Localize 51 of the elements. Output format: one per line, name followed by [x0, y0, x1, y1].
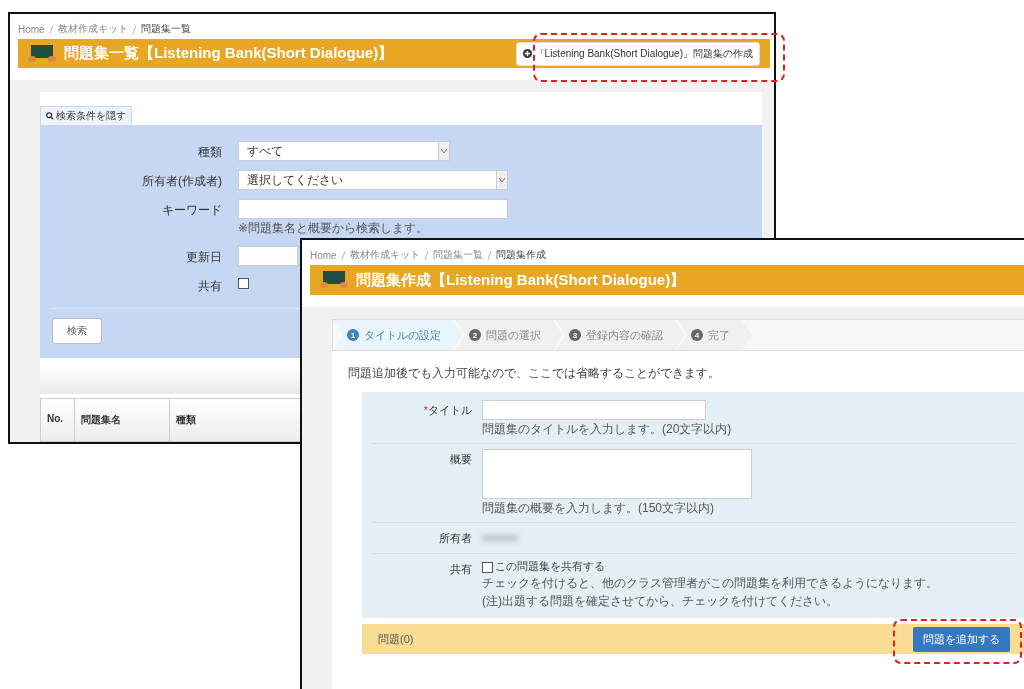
input-field[interactable]: [238, 199, 508, 219]
blackboard-icon: [320, 270, 348, 290]
field-label: 種類: [197, 144, 222, 161]
add-question-button[interactable]: 問題を追加する: [913, 626, 1010, 652]
breadcrumb-item[interactable]: Home: [18, 23, 45, 35]
field-label: 更新日: [185, 249, 222, 266]
field-label: 所有者: [438, 531, 472, 546]
step-tab[interactable]: 1 タイトルの設定: [333, 320, 463, 350]
checkbox[interactable]: [482, 562, 493, 573]
field-hint: チェックを付けると、他のクラス管理者がこの問題集を利用できるようになります。: [482, 575, 939, 592]
step-tab[interactable]: 2 問題の選択: [455, 320, 563, 350]
column-header: 問題集名: [75, 399, 170, 441]
breadcrumb-item: 問題集一覧: [140, 22, 191, 36]
field-hint: ※問題集名と概要から検索します。: [238, 220, 430, 237]
checkbox[interactable]: [238, 278, 249, 289]
field-label: *タイトル: [422, 403, 472, 418]
search-button[interactable]: 検索: [52, 318, 102, 344]
checkbox-label[interactable]: この問題集を共有する: [495, 559, 605, 574]
column-header: No.: [41, 399, 75, 441]
breadcrumb-item[interactable]: 問題集一覧: [432, 248, 483, 262]
select-field[interactable]: 選択してください: [238, 170, 508, 190]
select-field[interactable]: すべて: [238, 141, 450, 161]
search-toggle-tab[interactable]: 検索条件を隠す: [40, 106, 132, 125]
field-hint: (注)出題する問題を確定させてから、チェックを付けてください。: [482, 593, 839, 610]
field-label: 概要: [449, 452, 472, 467]
field-label: 共有: [449, 562, 472, 577]
breadcrumb-item[interactable]: 教材作成キット: [349, 248, 420, 262]
page-title: 問題集作成【Listening Bank(Short Dialogue)】: [356, 270, 686, 290]
field-label: 所有者(作成者): [141, 173, 222, 190]
caret-icon: [441, 149, 447, 153]
breadcrumb-item[interactable]: 教材作成キット: [57, 22, 128, 36]
questions-count: 問題(0): [378, 631, 414, 647]
breadcrumb-item: 問題集作成: [495, 248, 546, 262]
blurred-value: [482, 534, 518, 542]
input-field[interactable]: [238, 246, 298, 266]
plus-circle-icon: [522, 49, 532, 58]
search-icon: [46, 112, 54, 120]
field-label: キーワード: [161, 202, 222, 219]
field-label: 共有: [197, 278, 222, 295]
caret-icon: [499, 178, 505, 182]
step-tab[interactable]: 4 完了: [677, 320, 752, 350]
page-title: 問題集一覧【Listening Bank(Short Dialogue)】: [64, 44, 394, 63]
create-button[interactable]: 「Listening Bank(Short Dialogue)」問題集の作成: [515, 41, 760, 66]
field-hint: 問題集のタイトルを入力します。(20文字以内): [482, 421, 733, 438]
breadcrumb-item[interactable]: Home: [310, 249, 337, 261]
field-hint: 問題集の概要を入力します。(150文字以内): [482, 500, 715, 517]
textarea-field[interactable]: [482, 449, 752, 499]
note-text: 問題追加後でも入力可能なので、ここでは省略することができます。: [347, 365, 721, 382]
input-field[interactable]: [482, 400, 706, 420]
blackboard-icon: [28, 43, 56, 64]
step-tab[interactable]: 3 登録内容の確認: [555, 320, 685, 350]
